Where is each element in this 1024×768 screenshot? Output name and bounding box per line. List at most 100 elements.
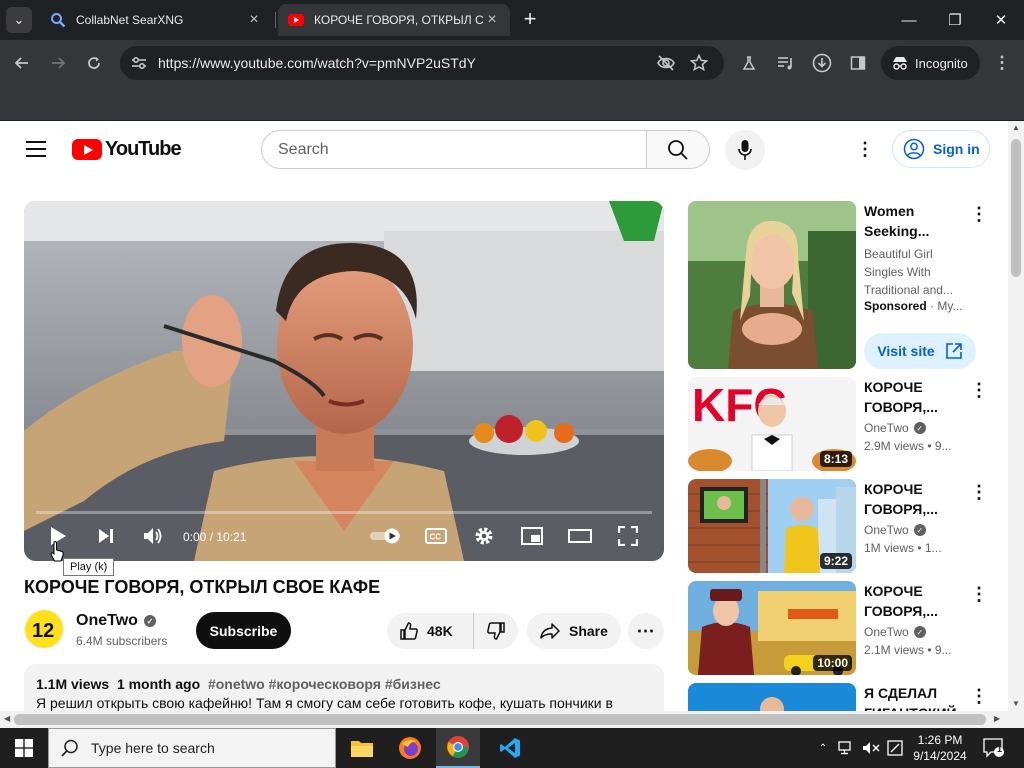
flask-icon xyxy=(742,56,756,70)
fullscreen-button[interactable] xyxy=(614,523,642,549)
channel-name-link[interactable]: OneTwo ✓ xyxy=(76,612,156,630)
video-thumbnail[interactable]: KFC 8:13 xyxy=(688,377,856,471)
autoplay-toggle[interactable] xyxy=(368,523,404,549)
video-menu-button[interactable]: ⋮ xyxy=(970,585,988,603)
site-info-icon[interactable] xyxy=(130,54,148,72)
progress-bar[interactable] xyxy=(36,511,652,514)
dislike-button[interactable] xyxy=(474,613,518,649)
show-hidden-icons-button[interactable]: ⌃ xyxy=(814,728,832,768)
chrome-app[interactable] xyxy=(436,728,480,768)
settings-button[interactable] xyxy=(470,523,498,549)
ad-title[interactable]: Women Seeking... xyxy=(864,201,964,241)
video-description[interactable]: 1.1M views 1 month ago #onetwo #короческ… xyxy=(24,664,664,711)
video-thumbnail[interactable]: 9:22 xyxy=(688,479,856,573)
video-thumbnail[interactable] xyxy=(688,683,856,711)
play-tooltip: Play (k) xyxy=(63,558,115,576)
voice-search-button[interactable] xyxy=(725,130,765,170)
miniplayer-button[interactable] xyxy=(518,523,546,549)
close-window-button[interactable]: ✕ xyxy=(978,0,1024,40)
guide-menu-button[interactable] xyxy=(26,141,46,157)
sign-in-button[interactable]: Sign in xyxy=(892,130,990,168)
vscode-app[interactable] xyxy=(488,728,532,768)
sponsored-ad[interactable]: Women Seeking... Beautiful Girl Singles … xyxy=(688,201,998,371)
system-clock[interactable]: 1:26 PM 9/14/2024 xyxy=(905,732,975,764)
close-tab-icon[interactable]: × xyxy=(246,11,262,29)
scroll-left-arrow-icon[interactable]: ◀ xyxy=(4,714,10,723)
scroll-right-arrow-icon[interactable]: ▶ xyxy=(994,714,1000,723)
ad-thumbnail[interactable] xyxy=(688,201,856,369)
media-controls-button[interactable] xyxy=(772,49,800,77)
video-menu-button[interactable]: ⋮ xyxy=(970,483,988,501)
restore-window-button[interactable]: ❐ xyxy=(932,0,978,40)
volume-status[interactable] xyxy=(860,728,882,768)
video-thumbnail[interactable]: 10:00 xyxy=(688,581,856,675)
search-input[interactable] xyxy=(278,138,628,162)
forward-button[interactable] xyxy=(44,49,72,77)
address-bar[interactable]: https://www.youtube.com/watch?v=pmNVP2uS… xyxy=(120,46,724,80)
network-status[interactable] xyxy=(836,728,858,768)
scroll-up-arrow-icon[interactable]: ▲ xyxy=(1012,123,1020,132)
browser-menu-button[interactable]: ⋮ xyxy=(988,49,1016,77)
horizontal-scrollbar[interactable]: ◀ ▶ xyxy=(0,711,1024,728)
labs-button[interactable] xyxy=(735,49,763,77)
share-arrow-icon xyxy=(540,623,560,639)
hashtags[interactable]: #onetwo #короческоворя #бизнес xyxy=(208,676,441,692)
next-button[interactable] xyxy=(92,523,120,549)
tab-youtube-video[interactable]: КОРОЧЕ ГОВОРЯ, ОТКРЫЛ СВОЕ КАФЕ × xyxy=(278,4,510,36)
subscribe-button[interactable]: Subscribe xyxy=(196,612,291,649)
vertical-scrollbar[interactable]: ▲ ▼ xyxy=(1008,121,1024,711)
video-channel[interactable]: OneTwo ✓ xyxy=(864,625,926,639)
search-button[interactable] xyxy=(646,130,710,169)
tab-search-dropdown-button[interactable]: ⌄ xyxy=(6,7,32,33)
notification-center-button[interactable]: 1 xyxy=(980,728,1008,768)
search-box[interactable] xyxy=(261,130,647,169)
reload-button[interactable] xyxy=(80,49,108,77)
video-title[interactable]: КОРОЧЕ ГОВОРЯ,... xyxy=(864,377,964,417)
taskbar-search-box[interactable]: Type here to search xyxy=(48,728,336,768)
video-title[interactable]: Я СДЕЛАЛ ГИГАНТСКИЙ... xyxy=(864,683,968,711)
more-actions-button[interactable]: ⋯ xyxy=(628,613,664,649)
minimize-window-button[interactable]: — xyxy=(886,0,932,40)
channel-avatar[interactable]: 12 xyxy=(24,609,64,649)
visit-site-button[interactable]: Visit site xyxy=(864,333,976,369)
video-menu-button[interactable]: ⋮ xyxy=(970,687,988,705)
eye-off-icon[interactable] xyxy=(656,54,676,72)
tab-searxng[interactable]: CollabNet SearXNG × xyxy=(40,4,272,36)
subtitles-button[interactable]: CC xyxy=(422,523,450,549)
youtube-logo[interactable]: YouTube xyxy=(72,138,182,161)
video-player[interactable]: 0:00 / 10:21 CC xyxy=(24,201,664,561)
share-button[interactable]: Share xyxy=(527,613,621,649)
new-tab-button[interactable]: + xyxy=(518,8,542,32)
sidebar-video[interactable]: Я СДЕЛАЛ ГИГАНТСКИЙ... ⋮ xyxy=(688,683,998,711)
horizontal-scroll-thumb[interactable] xyxy=(14,714,986,725)
star-bookmark-icon[interactable] xyxy=(690,54,708,72)
side-panel-button[interactable] xyxy=(844,49,872,77)
input-method-status[interactable] xyxy=(884,728,906,768)
close-tab-icon[interactable]: × xyxy=(484,11,500,29)
start-button[interactable] xyxy=(0,728,48,768)
video-channel[interactable]: OneTwo ✓ xyxy=(864,421,926,435)
settings-menu-button[interactable]: ⋮ xyxy=(856,140,874,158)
video-title[interactable]: КОРОЧЕ ГОВОРЯ,... xyxy=(864,581,964,621)
mute-button[interactable] xyxy=(139,523,167,549)
file-explorer-app[interactable] xyxy=(340,728,384,768)
firefox-app[interactable] xyxy=(388,728,432,768)
video-channel[interactable]: OneTwo ✓ xyxy=(864,523,926,537)
theater-mode-button[interactable] xyxy=(566,523,594,549)
subscriber-count: 6.4M subscribers xyxy=(76,634,168,648)
video-menu-button[interactable]: ⋮ xyxy=(970,381,988,399)
sidebar-video[interactable]: 9:22 КОРОЧЕ ГОВОРЯ,... OneTwo ✓ 1M views … xyxy=(688,479,998,575)
ad-menu-button[interactable]: ⋮ xyxy=(970,205,988,223)
back-button[interactable] xyxy=(8,49,36,77)
vertical-scroll-thumb[interactable] xyxy=(1011,139,1021,277)
chevron-up-icon: ⌃ xyxy=(818,742,828,754)
scroll-down-arrow-icon[interactable]: ▼ xyxy=(1012,699,1020,708)
sidebar-video[interactable]: KFC 8:13 КОРОЧЕ ГОВОРЯ,... OneTwo ✓ 2.9M … xyxy=(688,377,998,473)
incognito-profile-button[interactable]: Incognito xyxy=(881,46,980,80)
sidebar-video[interactable]: 10:00 КОРОЧЕ ГОВОРЯ,... OneTwo ✓ 2.1M vie… xyxy=(688,581,998,677)
video-title[interactable]: КОРОЧЕ ГОВОРЯ,... xyxy=(864,479,964,519)
clock-time: 1:26 PM xyxy=(917,733,963,747)
like-button[interactable]: 48K xyxy=(387,613,474,649)
downloads-button[interactable] xyxy=(808,49,836,77)
windows-logo-icon xyxy=(15,739,33,757)
